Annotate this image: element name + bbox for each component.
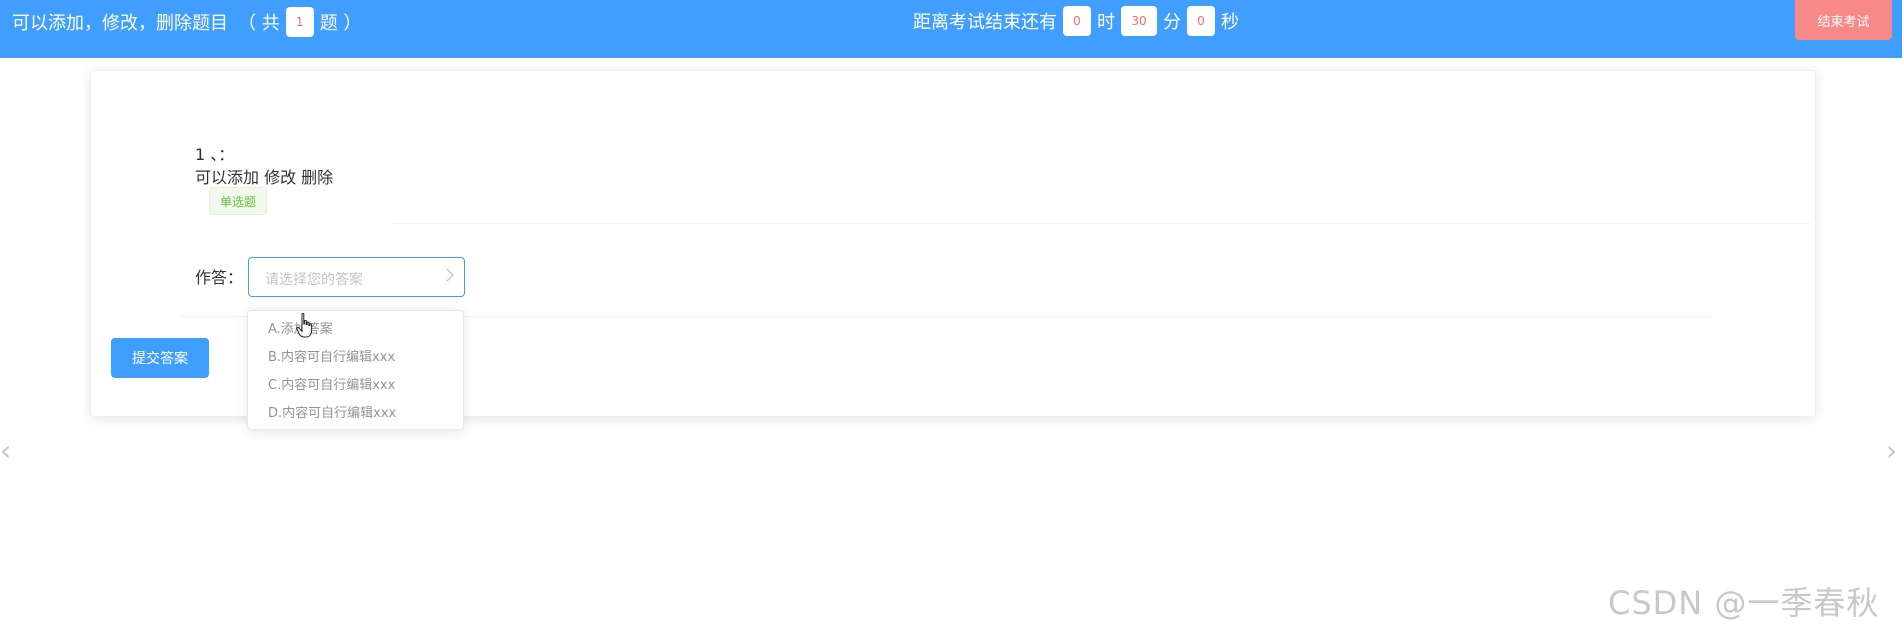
answer-select[interactable]: 请选择您的答案 (248, 257, 465, 297)
carousel-next-arrow[interactable]: › (1886, 436, 1897, 466)
answer-select-placeholder: 请选择您的答案 (265, 272, 363, 288)
question-count-info: 可以添加，修改，删除题目 （ 共 1 题 ） (12, 7, 361, 37)
submit-answer-button[interactable]: 提交答案 (111, 338, 209, 378)
question-type-tag: 单选题 (209, 187, 268, 215)
question-count-badge: 1 (285, 7, 314, 37)
hand-pointer-icon (296, 313, 314, 339)
answer-dropdown: A.添加答案 B.内容可自行编辑xxx C.内容可自行编辑xxx D.内容可自行… (247, 310, 464, 430)
answer-label: 作答： (195, 268, 244, 287)
carousel-prev-arrow[interactable]: ‹ (0, 436, 11, 466)
header-left-text: 可以添加，修改，删除题目 (12, 13, 228, 34)
minutes-unit: 分 (1163, 12, 1181, 33)
countdown-seconds: 0 (1187, 6, 1215, 36)
countdown-minutes: 30 (1121, 6, 1157, 36)
option-c[interactable]: C.内容可自行编辑xxx (268, 369, 395, 397)
header-bar: 可以添加，修改，删除题目 （ 共 1 题 ） 距离考试结束还有 0 时 30 分… (0, 0, 1902, 58)
exam-countdown: 距离考试结束还有 0 时 30 分 0 秒 (913, 5, 1239, 37)
hours-unit: 时 (1097, 12, 1115, 33)
faint-divider (391, 223, 1811, 224)
chevron-right-icon (446, 268, 454, 286)
countdown-label: 距离考试结束还有 (913, 12, 1057, 33)
seconds-unit: 秒 (1221, 12, 1239, 33)
countdown-hours: 0 (1063, 6, 1091, 36)
question-text: 可以添加 修改 删除 (195, 168, 334, 187)
option-b[interactable]: B.内容可自行编辑xxx (268, 341, 395, 369)
question-number: 1 、： (195, 145, 235, 164)
watermark: CSDN @一季春秋 (1608, 584, 1880, 622)
option-d[interactable]: D.内容可自行编辑xxx (268, 397, 396, 425)
count-prefix: （ 共 (238, 13, 280, 34)
count-suffix: 题 ） (319, 13, 362, 34)
end-exam-button[interactable]: 结束考试 (1795, 0, 1892, 40)
